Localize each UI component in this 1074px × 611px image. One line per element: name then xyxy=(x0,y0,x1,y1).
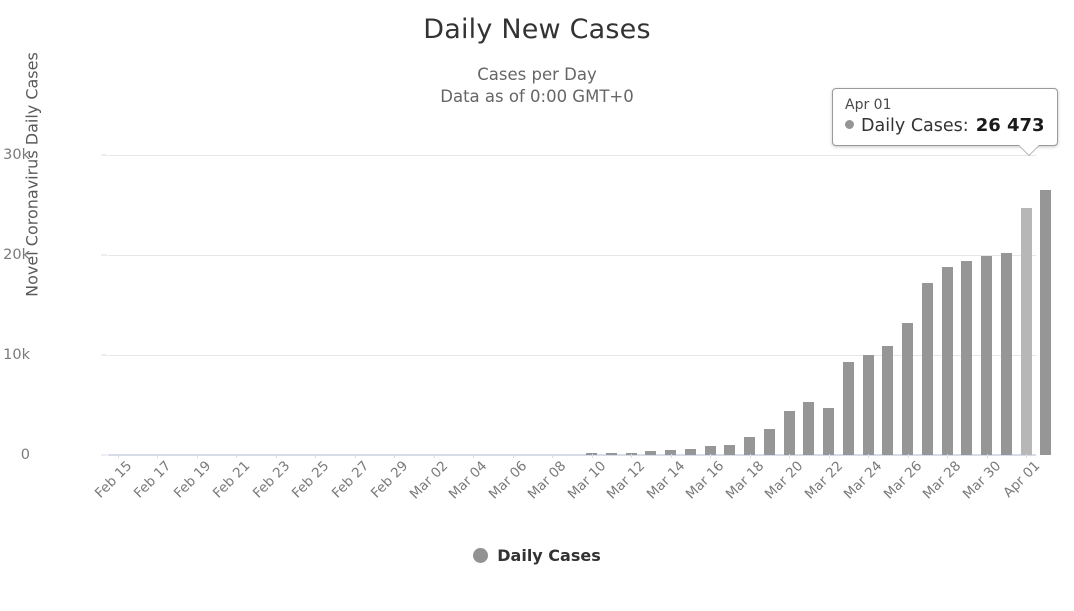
x-axis-tick-mark xyxy=(236,454,238,458)
chart-legend[interactable]: Daily Cases xyxy=(0,546,1074,565)
x-axis-tick-mark xyxy=(907,454,909,458)
y-axis-tick-label: 0 xyxy=(20,447,30,463)
bar[interactable] xyxy=(605,453,617,455)
plot-area xyxy=(108,135,1052,456)
bar[interactable] xyxy=(645,451,657,455)
y-axis-tick-label: 20k xyxy=(3,247,30,263)
tooltip-series-label: Daily Cases: xyxy=(861,116,969,136)
x-axis-tick-mark xyxy=(117,454,119,458)
x-axis-tick-mark xyxy=(986,454,988,458)
chart-subtitle-line-1: Cases per Day xyxy=(477,65,597,84)
bar[interactable] xyxy=(724,444,736,455)
y-axis-tick-mark xyxy=(101,154,107,156)
bar[interactable] xyxy=(1040,190,1052,455)
chart-title: Daily New Cases xyxy=(423,14,651,45)
tooltip-value: 26 473 xyxy=(975,115,1045,136)
x-axis-tick-mark xyxy=(947,454,949,458)
x-axis-tick-mark xyxy=(1026,454,1028,458)
bar[interactable] xyxy=(882,346,894,455)
x-axis-tick-mark xyxy=(789,454,791,458)
bar[interactable] xyxy=(862,355,874,455)
x-axis-tick-mark xyxy=(433,454,435,458)
y-axis-tick-mark xyxy=(101,354,107,356)
bar[interactable] xyxy=(842,362,854,455)
y-axis-title: Novel Coronavirus Daily Cases xyxy=(22,52,42,297)
x-axis-tick-mark xyxy=(749,454,751,458)
x-axis-tick-mark xyxy=(315,454,317,458)
x-axis-tick-mark xyxy=(631,454,633,458)
bar[interactable] xyxy=(783,411,795,455)
chart-tooltip: Apr 01 Daily Cases: 26 473 xyxy=(832,88,1058,155)
bar[interactable] xyxy=(961,261,973,455)
y-axis-tick-mark xyxy=(101,254,107,256)
x-axis-tick-mark xyxy=(275,454,277,458)
tooltip-row: Daily Cases: 26 473 xyxy=(845,115,1045,136)
x-axis-tick-mark xyxy=(710,454,712,458)
x-axis-tick-mark xyxy=(552,454,554,458)
tooltip-date: Apr 01 xyxy=(845,97,892,113)
legend-item-label[interactable]: Daily Cases xyxy=(497,546,600,565)
x-axis: Feb 15 Feb 17 Feb 19 Feb 21 Feb 23 Feb 25 Feb … xyxy=(92,454,1043,528)
y-axis-tick-mark xyxy=(101,454,107,456)
bar[interactable] xyxy=(823,408,835,455)
bar[interactable] xyxy=(981,256,993,455)
x-axis-tick-mark xyxy=(512,454,514,458)
bar[interactable] xyxy=(1000,253,1012,455)
bar[interactable] xyxy=(941,267,953,455)
x-axis-tick-mark xyxy=(157,454,159,458)
x-axis-tick-mark xyxy=(868,454,870,458)
bar[interactable] xyxy=(684,448,696,455)
x-axis-tick-mark xyxy=(196,454,198,458)
x-axis-tick-mark xyxy=(473,454,475,458)
x-axis-tick-label: Mar 30 xyxy=(959,458,1004,503)
y-axis-tick-label: 10k xyxy=(3,347,30,363)
daily-new-cases-chart: Daily New Cases Cases per Day Data as of… xyxy=(0,0,1074,593)
bar[interactable] xyxy=(803,402,815,455)
bar[interactable] xyxy=(902,323,914,455)
tooltip-arrow-icon xyxy=(1019,145,1039,155)
x-axis-tick-mark xyxy=(591,454,593,458)
x-axis-tick-mark xyxy=(354,454,356,458)
legend-marker-icon xyxy=(473,548,489,563)
bar[interactable] xyxy=(1020,208,1032,455)
y-axis-tick-label: 30k xyxy=(3,147,30,163)
bar[interactable] xyxy=(763,429,775,455)
x-axis-tick-mark xyxy=(670,454,672,458)
x-axis-tick-mark xyxy=(394,454,396,458)
x-axis-tick-mark xyxy=(828,454,830,458)
tooltip-marker-icon xyxy=(845,120,854,129)
bar[interactable] xyxy=(921,283,933,455)
bar[interactable] xyxy=(744,437,756,455)
bar-series[interactable] xyxy=(108,135,1052,455)
